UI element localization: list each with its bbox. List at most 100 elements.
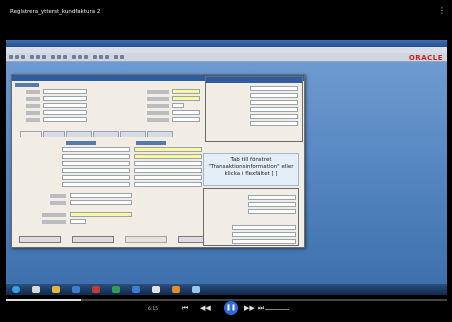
field-label — [26, 111, 40, 115]
toolbar-icon[interactable] — [99, 55, 103, 59]
toolbar-icon[interactable] — [57, 55, 61, 59]
taskbar-app-icon[interactable] — [32, 286, 40, 293]
toolbar-icon[interactable] — [78, 55, 82, 59]
folder-icon[interactable] — [52, 286, 60, 293]
text-field[interactable] — [43, 117, 87, 122]
app-titlebar — [6, 40, 447, 47]
taskbar-app-icon[interactable] — [172, 286, 180, 293]
taskbar-app-icon[interactable] — [152, 286, 160, 293]
tab[interactable] — [93, 131, 119, 137]
volume-slider[interactable] — [265, 309, 289, 310]
pause-button[interactable]: ❚❚ — [224, 301, 238, 315]
section-header — [66, 141, 96, 145]
video-title: Registrera_ytterst_kundfaktura 2 — [10, 9, 101, 15]
rewind-icon[interactable]: ◀◀ — [200, 303, 211, 313]
text-field[interactable] — [250, 100, 298, 105]
field-label — [42, 220, 66, 224]
more-options-icon[interactable]: ⋮ — [438, 7, 446, 15]
toolbar-icon[interactable] — [114, 55, 118, 59]
required-field[interactable] — [172, 89, 200, 94]
tab[interactable] — [147, 131, 173, 137]
field-label — [147, 90, 169, 94]
toolbar-icon[interactable] — [105, 55, 109, 59]
tab[interactable] — [43, 131, 65, 137]
toolbar-icon[interactable] — [15, 55, 19, 59]
text-field[interactable] — [172, 117, 200, 122]
text-field[interactable] — [43, 103, 87, 108]
text-field[interactable] — [134, 182, 202, 187]
text-field[interactable] — [43, 89, 87, 94]
tab[interactable] — [66, 131, 92, 137]
toolbar-icon[interactable] — [84, 55, 88, 59]
text-field[interactable] — [62, 168, 130, 173]
taskbar-app-icon[interactable] — [132, 286, 140, 293]
fast-forward-icon[interactable]: ▶▶ — [244, 303, 255, 313]
toolbar-icon[interactable] — [42, 55, 46, 59]
field-label — [147, 97, 169, 101]
toolbar: ORACLE — [6, 53, 447, 62]
text-field[interactable] — [232, 232, 296, 237]
text-field[interactable] — [134, 161, 202, 166]
form-button[interactable] — [19, 236, 61, 243]
toolbar-icon[interactable] — [51, 55, 55, 59]
required-field[interactable] — [172, 96, 200, 101]
text-field[interactable] — [248, 195, 296, 200]
text-field[interactable] — [232, 225, 296, 230]
text-field[interactable] — [62, 182, 130, 187]
taskbar-app-icon[interactable] — [112, 286, 120, 293]
text-field[interactable] — [134, 175, 202, 180]
workspace: Tab till fönstret "Transaktionsinformati… — [6, 62, 447, 284]
text-field[interactable] — [250, 121, 298, 126]
text-field[interactable] — [248, 209, 296, 214]
previous-icon[interactable]: ⏮ — [180, 303, 190, 313]
text-field[interactable] — [250, 114, 298, 119]
text-field[interactable] — [43, 110, 87, 115]
text-field[interactable] — [62, 175, 130, 180]
text-field[interactable] — [70, 219, 86, 224]
toolbar-icon[interactable] — [72, 55, 76, 59]
toolbar-icon[interactable] — [9, 55, 13, 59]
toolbar-icon[interactable] — [36, 55, 40, 59]
toolbar-icon[interactable] — [30, 55, 34, 59]
text-field[interactable] — [62, 154, 130, 159]
required-field[interactable] — [134, 147, 202, 152]
text-field[interactable] — [62, 161, 130, 166]
field-label — [50, 194, 66, 198]
start-button-icon[interactable] — [12, 286, 20, 293]
text-field[interactable] — [250, 107, 298, 112]
text-field[interactable] — [250, 93, 298, 98]
field-label — [50, 201, 66, 205]
form-button-disabled[interactable] — [125, 236, 167, 243]
taskbar-app-icon[interactable] — [192, 286, 200, 293]
text-field[interactable] — [134, 168, 202, 173]
toolbar-icon[interactable] — [93, 55, 97, 59]
text-field[interactable] — [172, 103, 184, 108]
video-progress-bar[interactable] — [6, 299, 447, 301]
screen-recording: ORACLE Tab till fönstret "Transaktionsin… — [6, 40, 447, 295]
text-field[interactable] — [70, 200, 132, 205]
text-field[interactable] — [232, 239, 296, 244]
toolbar-icon[interactable] — [63, 55, 67, 59]
text-field[interactable] — [250, 86, 298, 91]
totals-panel — [203, 188, 299, 246]
text-field[interactable] — [43, 96, 87, 101]
text-field[interactable] — [70, 193, 132, 198]
panel-titlebar — [206, 77, 302, 83]
text-field[interactable] — [172, 110, 200, 115]
text-field[interactable] — [62, 147, 130, 152]
text-field[interactable] — [248, 202, 296, 207]
field-label — [42, 213, 66, 217]
form-button[interactable] — [72, 236, 114, 243]
taskbar-app-icon[interactable] — [72, 286, 80, 293]
toolbar-icon[interactable] — [21, 55, 25, 59]
required-field[interactable] — [70, 212, 132, 217]
section-header — [136, 141, 166, 145]
tab-main[interactable] — [20, 131, 42, 137]
oracle-logo: ORACLE — [408, 54, 443, 62]
next-icon[interactable]: ⏭ — [256, 303, 266, 313]
tab[interactable] — [120, 131, 146, 137]
taskbar-app-icon[interactable] — [92, 286, 100, 293]
required-field[interactable] — [134, 154, 202, 159]
toolbar-icon[interactable] — [120, 55, 124, 59]
playback-time: 6:15 — [148, 307, 159, 312]
